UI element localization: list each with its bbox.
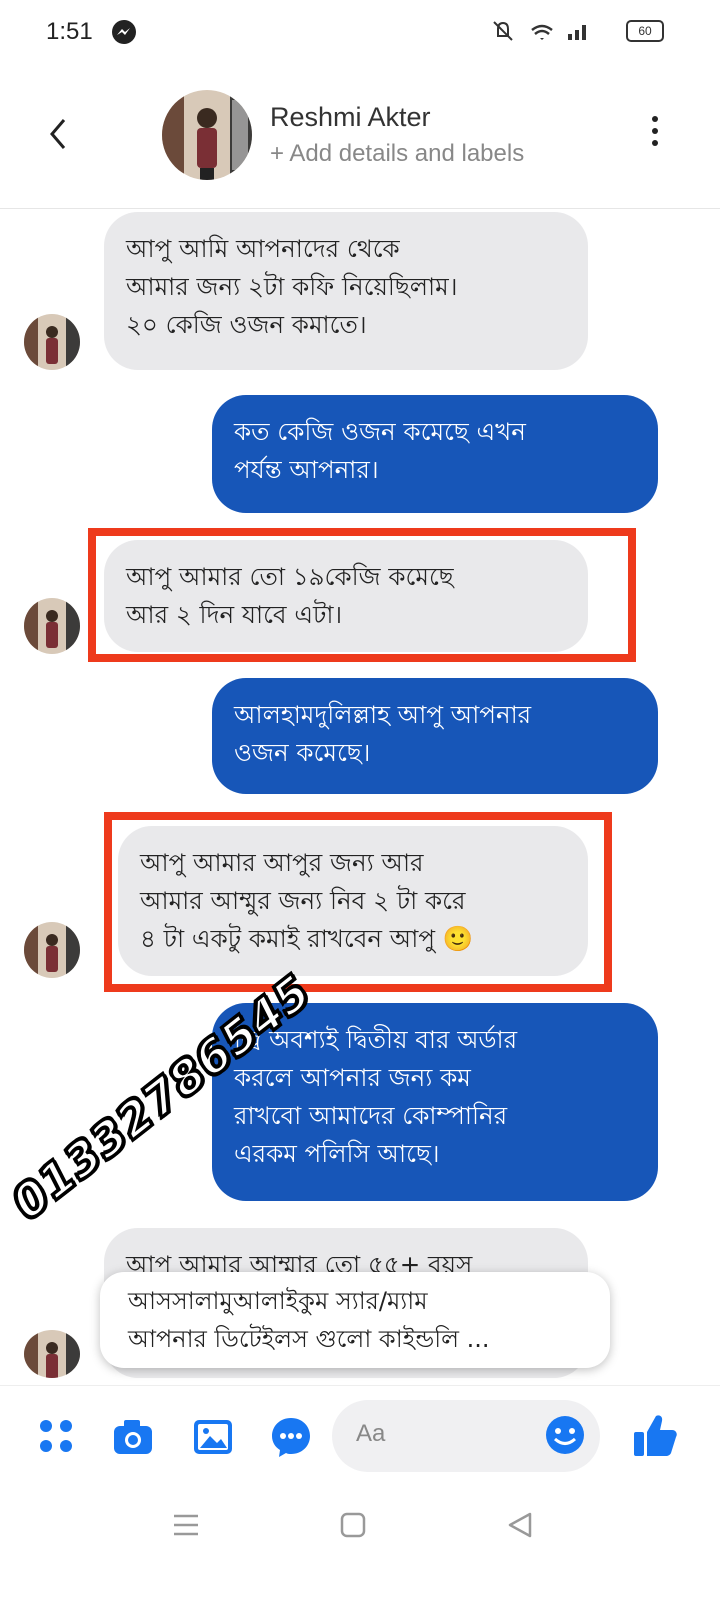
back-icon (50, 119, 66, 149)
gallery-icon (194, 1420, 232, 1454)
chat-header: Reshmi Akter + Add details and labels (0, 64, 720, 209)
home-icon (340, 1512, 366, 1538)
camera-button[interactable] (110, 1414, 156, 1460)
more-icon (648, 116, 662, 146)
menu-icon (174, 1514, 198, 1536)
back-button[interactable] (40, 114, 76, 154)
messenger-notification-icon (112, 20, 136, 44)
emoji-icon (546, 1416, 584, 1454)
avatar (24, 598, 80, 654)
apps-icon (40, 1420, 72, 1452)
outgoing-message[interactable]: আলহামদুলিল্লাহ আপু আপনার ওজন কমেছে। (212, 678, 658, 794)
camera-icon (114, 1420, 152, 1454)
contact-avatar[interactable] (162, 90, 252, 180)
more-options-button[interactable] (648, 116, 662, 156)
back-nav-button[interactable] (506, 1510, 534, 1540)
back-nav-icon (508, 1512, 532, 1538)
avatar (24, 922, 80, 978)
contact-name[interactable]: Reshmi Akter (270, 102, 431, 133)
thumbs-up-icon (634, 1415, 677, 1456)
chat-bubble-icon (272, 1418, 310, 1457)
avatar (24, 1330, 80, 1378)
battery-indicator: 60 (626, 20, 664, 42)
quick-reply-suggestion[interactable]: আসসালামুআলাইকুম স্যার/ম্যাম আপনার ডিটেইল… (100, 1272, 610, 1368)
status-icons (490, 18, 620, 48)
status-time: 1:51 (46, 18, 93, 45)
compose-bar: Aa (0, 1385, 720, 1486)
wifi-icon (531, 24, 553, 40)
emoji-button[interactable] (542, 1412, 588, 1458)
system-nav-bar (0, 1490, 720, 1600)
menu-button[interactable] (172, 1510, 200, 1540)
apps-button[interactable] (34, 1414, 80, 1460)
mute-icon (493, 21, 513, 41)
avatar (24, 314, 80, 370)
chat-button[interactable] (268, 1414, 314, 1460)
thumbs-up-button[interactable] (630, 1410, 677, 1456)
highlight-box (104, 812, 612, 992)
highlight-box (88, 528, 636, 662)
outgoing-message[interactable]: কত কেজি ওজন কমেছে এখন পর্যন্ত আপনার। (212, 395, 658, 513)
gallery-button[interactable] (190, 1414, 236, 1460)
incoming-message[interactable]: আপু আমি আপনাদের থেকে আমার জন্য ২টা কফি ন… (104, 212, 588, 370)
add-details-link[interactable]: + Add details and labels (270, 140, 524, 168)
message-input-placeholder: Aa (356, 1420, 386, 1447)
home-button[interactable] (340, 1512, 366, 1538)
signal-icon (568, 25, 586, 40)
message-input[interactable]: Aa (332, 1400, 600, 1472)
status-bar: 1:51 60 (0, 0, 720, 64)
